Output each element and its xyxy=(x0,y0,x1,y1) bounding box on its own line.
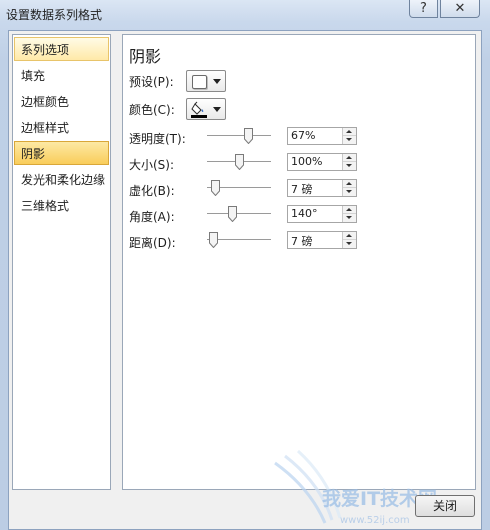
color-label: 颜色(C): xyxy=(129,103,175,117)
format-data-series-dialog: 设置数据系列格式 ? ✕ 系列选项 填充 边框颜色 边框样式 阴影 发光和柔化边… xyxy=(0,0,490,530)
blur-value[interactable]: 7 磅 xyxy=(291,181,313,197)
spin-down-icon[interactable] xyxy=(343,214,356,222)
size-label: 大小(S): xyxy=(129,158,175,172)
chevron-down-icon xyxy=(213,79,221,84)
spin-down-icon[interactable] xyxy=(343,162,356,170)
sidebar-item-shadow[interactable]: 阴影 xyxy=(14,141,109,165)
dialog-title: 设置数据系列格式 xyxy=(6,8,103,22)
spin-up-icon[interactable] xyxy=(343,206,356,214)
sidebar-item-3d-format[interactable]: 三维格式 xyxy=(14,193,109,217)
spin-up-icon[interactable] xyxy=(343,154,356,162)
shadow-preset-icon xyxy=(192,75,207,89)
spin-down-icon[interactable] xyxy=(343,240,356,248)
angle-value[interactable]: 140° xyxy=(291,207,318,220)
spin-up-icon[interactable] xyxy=(343,232,356,240)
watermark-subtext: www.52ij.com xyxy=(340,515,410,526)
slider-track xyxy=(207,135,271,137)
slider-track xyxy=(207,213,271,215)
sidebar-item-border-color[interactable]: 边框颜色 xyxy=(14,89,109,113)
chevron-down-icon xyxy=(213,107,221,112)
transparency-slider[interactable] xyxy=(207,128,271,144)
transparency-label: 透明度(T): xyxy=(129,132,186,146)
sidebar-item-fill[interactable]: 填充 xyxy=(14,63,109,87)
watermark-logo: 我爱IT技术网 www.52ij.com xyxy=(274,449,437,526)
distance-value[interactable]: 7 磅 xyxy=(291,233,313,249)
distance-slider[interactable] xyxy=(207,232,271,248)
current-color-bar xyxy=(191,115,207,118)
spin-up-icon[interactable] xyxy=(343,128,356,136)
slider-thumb[interactable] xyxy=(228,206,237,222)
angle-slider[interactable] xyxy=(207,206,271,222)
help-button[interactable]: ? xyxy=(409,0,438,18)
size-slider[interactable] xyxy=(207,154,271,170)
transparency-spinbox[interactable]: 67% xyxy=(287,127,357,145)
spin-up-icon[interactable] xyxy=(343,180,356,188)
panel-title: 阴影 xyxy=(129,47,162,66)
close-window-button[interactable]: ✕ xyxy=(440,0,480,18)
shadow-panel: 阴影 预设(P): 颜色(C): 透明度(T): 67% 大小(S): 100%… xyxy=(122,34,476,490)
shadow-preset-dropdown[interactable] xyxy=(186,70,226,92)
sidebar-item-border-style[interactable]: 边框样式 xyxy=(14,115,109,139)
spin-down-icon[interactable] xyxy=(343,188,356,196)
slider-thumb[interactable] xyxy=(209,232,218,248)
sidebar: 系列选项 填充 边框颜色 边框样式 阴影 发光和柔化边缘 三维格式 xyxy=(12,34,111,490)
preset-label: 预设(P): xyxy=(129,75,174,89)
spin-down-icon[interactable] xyxy=(343,136,356,144)
shadow-color-dropdown[interactable] xyxy=(186,98,226,120)
close-button[interactable]: 关闭 xyxy=(415,495,475,517)
transparency-value[interactable]: 67% xyxy=(291,129,315,142)
size-spinbox[interactable]: 100% xyxy=(287,153,357,171)
distance-spinbox[interactable]: 7 磅 xyxy=(287,231,357,249)
slider-thumb[interactable] xyxy=(244,128,253,144)
paint-bucket-icon xyxy=(191,101,207,118)
blur-label: 虚化(B): xyxy=(129,184,175,198)
slider-thumb[interactable] xyxy=(211,180,220,196)
sidebar-item-glow-soft-edges[interactable]: 发光和柔化边缘 xyxy=(14,167,109,191)
blur-slider[interactable] xyxy=(207,180,271,196)
size-value[interactable]: 100% xyxy=(291,155,322,168)
blur-spinbox[interactable]: 7 磅 xyxy=(287,179,357,197)
angle-spinbox[interactable]: 140° xyxy=(287,205,357,223)
angle-label: 角度(A): xyxy=(129,210,175,224)
slider-thumb[interactable] xyxy=(235,154,244,170)
distance-label: 距离(D): xyxy=(129,236,176,250)
sidebar-item-series-options[interactable]: 系列选项 xyxy=(14,37,109,61)
